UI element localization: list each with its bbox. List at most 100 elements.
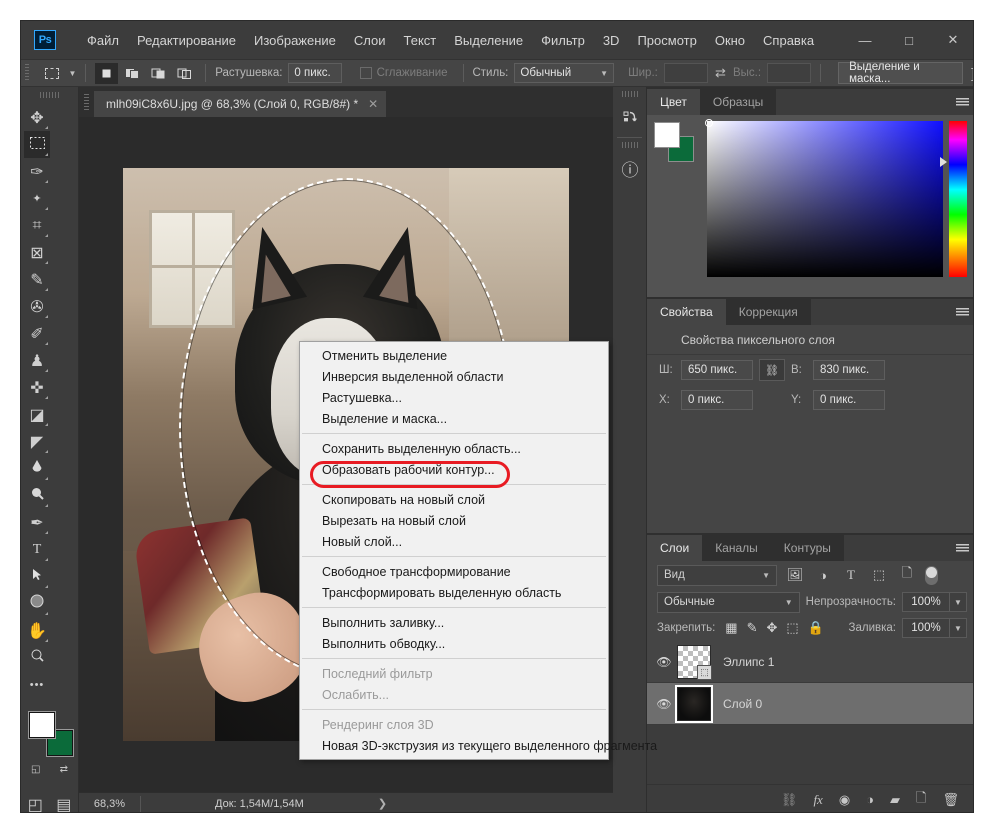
artboard-lock-icon[interactable]: ⬚ <box>786 620 798 636</box>
maximize-button[interactable]: □ <box>887 21 931 59</box>
rail-grip[interactable] <box>621 91 638 97</box>
eye-icon[interactable]: 👁 <box>653 697 675 711</box>
properties-width-input[interactable]: 650 пикс. <box>681 360 753 380</box>
toolbox-grip[interactable] <box>39 92 60 98</box>
menu-item-make-work-path[interactable]: Образовать рабочий контур... <box>300 459 608 480</box>
frame-tool[interactable]: ⊠ <box>24 239 50 266</box>
menu-text[interactable]: Текст <box>395 29 446 52</box>
feather-input[interactable]: 0 пикс. <box>288 63 342 83</box>
style-select[interactable]: Обычный ▼ <box>514 63 615 83</box>
menu-window[interactable]: Окно <box>706 29 754 52</box>
options-bar-grip[interactable] <box>25 64 30 82</box>
link-layers-icon[interactable]: ⛓ <box>781 792 798 808</box>
hand-tool[interactable]: ✋ <box>24 617 50 644</box>
tab-properties[interactable]: Свойства <box>647 299 726 325</box>
screen-mode-button[interactable]: ▤ <box>51 791 77 813</box>
close-icon[interactable]: ✕ <box>368 97 378 111</box>
tab-channels[interactable]: Каналы <box>702 535 771 561</box>
properties-y-input[interactable]: 0 пикс. <box>813 390 885 410</box>
height-input[interactable] <box>767 63 812 83</box>
dodge-tool[interactable] <box>24 482 50 509</box>
healing-brush-tool[interactable]: ✇ <box>24 293 50 320</box>
adjustment-layer-icon[interactable]: ◑ <box>866 792 874 807</box>
swap-colors-icon[interactable]: ⇄ <box>60 764 68 775</box>
clone-stamp-tool[interactable]: ♟ <box>24 347 50 374</box>
properties-panel-menu-button[interactable] <box>949 299 973 325</box>
tab-layers[interactable]: Слои <box>647 535 703 561</box>
lasso-tool[interactable]: ✑ <box>24 158 50 185</box>
foreground-color-swatch[interactable] <box>29 712 55 738</box>
menu-item-layer-via-cut[interactable]: Вырезать на новый слой <box>300 510 608 531</box>
fill-chevron-down-icon[interactable]: ▼ <box>950 618 967 638</box>
layer-thumbnail[interactable] <box>677 686 711 721</box>
menu-item-layer-via-copy[interactable]: Скопировать на новый слой <box>300 489 608 510</box>
rail-grip-2[interactable] <box>621 142 638 148</box>
link-dimensions-button[interactable]: ⛓ <box>759 359 785 381</box>
tab-swatches[interactable]: Образцы <box>700 89 776 115</box>
menu-item-stroke[interactable]: Выполнить обводку... <box>300 633 608 654</box>
quick-mask-button[interactable]: ◰ <box>22 791 48 813</box>
menu-item-select-and-mask[interactable]: Выделение и маска... <box>300 408 608 429</box>
menu-item-new-layer[interactable]: Новый слой... <box>300 531 608 552</box>
pen-tool[interactable]: ✒ <box>24 509 50 536</box>
menu-help[interactable]: Справка <box>754 29 823 52</box>
blur-tool[interactable] <box>24 455 50 482</box>
history-panel-button[interactable] <box>613 100 647 134</box>
close-button[interactable]: ✕ <box>931 21 973 59</box>
subtract-from-selection-button[interactable] <box>147 63 170 84</box>
tab-color[interactable]: Цвет <box>647 89 700 115</box>
delete-layer-icon[interactable]: 🗑 <box>942 792 959 808</box>
status-expand-icon[interactable]: ❯ <box>378 797 387 810</box>
info-panel-button[interactable]: ⓘ <box>613 151 647 185</box>
menu-layers[interactable]: Слои <box>345 29 395 52</box>
image-lock-icon[interactable]: ✎ <box>747 620 758 636</box>
menu-item-save-selection[interactable]: Сохранить выделенную область... <box>300 438 608 459</box>
rectangular-marquee-tool[interactable] <box>24 131 50 158</box>
image-filter-icon[interactable]: 🖼 <box>785 567 805 583</box>
layer-filter-toggle[interactable] <box>925 565 938 585</box>
ellipse-tool[interactable] <box>24 590 50 617</box>
menu-edit[interactable]: Редактирование <box>128 29 245 52</box>
color-panel-menu-button[interactable] <box>949 89 973 115</box>
menu-select[interactable]: Выделение <box>445 29 532 52</box>
eyedropper-tool[interactable]: ✎ <box>24 266 50 293</box>
menu-view[interactable]: Просмотр <box>628 29 705 52</box>
path-selection-tool[interactable] <box>24 563 50 590</box>
menu-item-fill[interactable]: Выполнить заливку... <box>300 612 608 633</box>
menu-file[interactable]: Файл <box>78 29 128 52</box>
opacity-input[interactable]: 100% <box>902 592 950 612</box>
transparency-lock-icon[interactable]: ▦ <box>725 620 737 636</box>
color-panel-foreground-swatch[interactable] <box>655 123 679 147</box>
paint-bucket-tool[interactable]: ◤ <box>24 428 50 455</box>
document-tab[interactable]: mlh09iC8x6U.jpg @ 68,3% (Слой 0, RGB/8#)… <box>94 91 387 117</box>
eraser-tool[interactable]: ◪ <box>24 401 50 428</box>
adjustment-filter-icon[interactable]: ◑ <box>813 568 833 583</box>
intersect-selection-button[interactable] <box>173 63 196 84</box>
select-and-mask-button[interactable]: Выделение и маска... <box>838 61 964 85</box>
layers-panel-menu-button[interactable] <box>949 535 973 561</box>
all-lock-icon[interactable]: 🔒 <box>808 620 824 636</box>
tab-paths[interactable]: Контуры <box>771 535 844 561</box>
width-input[interactable] <box>663 63 709 83</box>
pencil-tool[interactable]: ✐ <box>24 320 50 347</box>
current-tool-preset[interactable] <box>39 62 64 84</box>
default-colors-icon[interactable]: ◱ <box>31 764 40 775</box>
quick-selection-tool[interactable]: ✦ <box>24 185 50 212</box>
layer-mask-icon[interactable]: ◉ <box>839 792 850 808</box>
layer-style-icon[interactable]: fx <box>813 792 822 808</box>
table-row[interactable]: 👁 Слой 0 <box>647 683 973 725</box>
type-tool[interactable]: T <box>24 536 50 563</box>
position-lock-icon[interactable]: ✥ <box>766 620 777 636</box>
antialias-checkbox[interactable] <box>359 67 372 79</box>
new-group-icon[interactable]: ▰ <box>890 792 900 808</box>
menu-item-new-3d-extrusion[interactable]: Новая 3D-экструзия из текущего выделенно… <box>300 735 657 756</box>
move-tool[interactable]: ✥ <box>24 104 50 131</box>
menu-filter[interactable]: Фильтр <box>532 29 594 52</box>
crop-tool[interactable]: ⌗ <box>24 212 50 239</box>
menu-image[interactable]: Изображение <box>245 29 345 52</box>
new-layer-icon[interactable]: 🗋 <box>916 789 926 811</box>
menu-item-deselect[interactable]: Отменить выделение <box>300 345 608 366</box>
tab-strip-grip[interactable] <box>84 94 89 110</box>
edit-toolbar-button[interactable]: ••• <box>24 671 50 698</box>
minimize-button[interactable]: — <box>843 21 887 59</box>
